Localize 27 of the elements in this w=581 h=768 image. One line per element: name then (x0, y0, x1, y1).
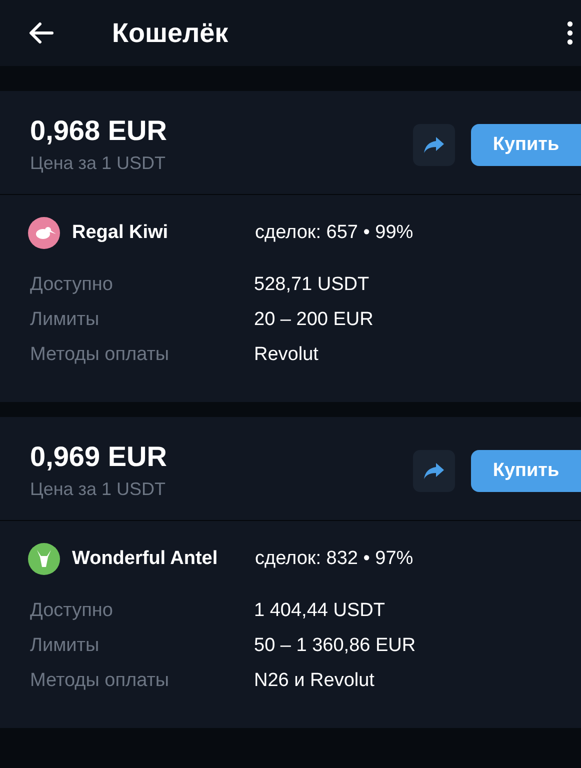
share-button[interactable] (413, 450, 455, 492)
detail-label: Лимиты (29, 634, 100, 656)
seller-name[interactable]: Regal Kiwi (72, 222, 255, 244)
detail-value: 1 404,44 USDT (254, 600, 385, 622)
detail-label: Методы оплаты (29, 344, 170, 366)
page-title: Кошелёк (112, 18, 230, 48)
deal-stats: сделок: 832 • 97% (255, 548, 414, 570)
detail-label: Методы оплаты (29, 670, 170, 692)
detail-value: N26 и Revolut (254, 670, 374, 692)
detail-value: Revolut (254, 344, 318, 366)
share-arrow-icon (423, 462, 445, 480)
share-arrow-icon (423, 136, 445, 154)
price-caption: Цена за 1 USDT (30, 479, 167, 500)
seller-name[interactable]: Wonderful Antel (72, 548, 255, 570)
detail-value: 50 – 1 360,86 EUR (254, 634, 416, 656)
price: 0,969 EUR (30, 441, 168, 473)
price-caption: Цена за 1 USDT (30, 153, 167, 174)
detail-value: 528,71 USDT (254, 274, 370, 296)
deal-stats: сделок: 657 • 99% (255, 222, 414, 244)
share-button[interactable] (413, 124, 455, 166)
back-arrow-icon[interactable] (28, 22, 54, 44)
detail-label: Доступно (29, 274, 114, 296)
more-menu-icon[interactable] (567, 21, 573, 45)
detail-value: 20 – 200 EUR (254, 308, 374, 330)
detail-label: Лимиты (29, 308, 100, 330)
price: 0,968 EUR (30, 115, 168, 147)
detail-label: Доступно (29, 600, 114, 622)
